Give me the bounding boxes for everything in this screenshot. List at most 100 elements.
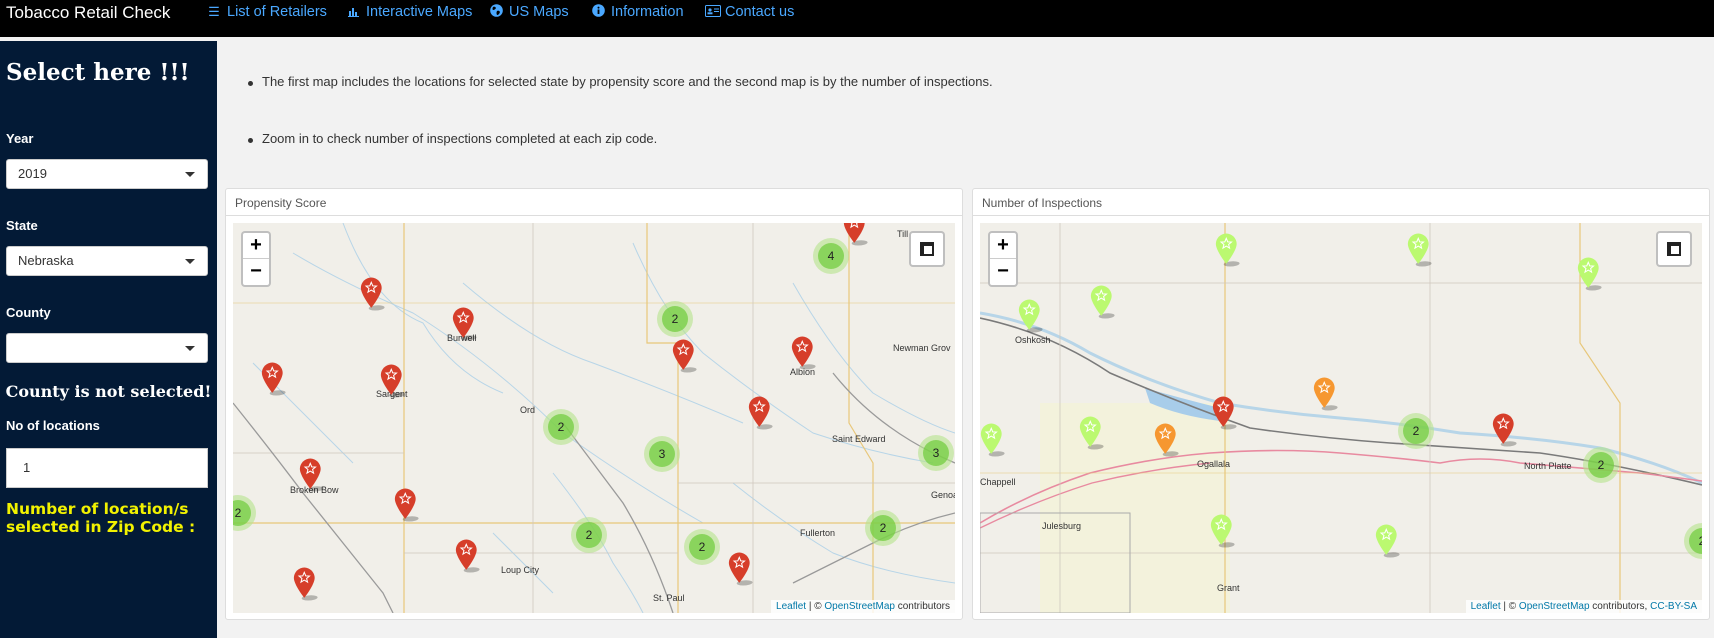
- top-navbar: Tobacco Retail Check ☰ List of Retailers…: [0, 0, 1714, 37]
- cluster-count: 2: [1689, 528, 1702, 554]
- attribution-suffix: contributors: [894, 601, 950, 612]
- year-label: Year: [6, 131, 34, 146]
- marker-cluster[interactable]: 2: [684, 529, 720, 565]
- map-marker-pin[interactable]: [299, 457, 325, 493]
- zoom-control: + −: [241, 231, 271, 287]
- leaflet-link[interactable]: Leaflet: [776, 601, 806, 612]
- map-marker-pin[interactable]: [1210, 513, 1236, 549]
- map-marker-pin[interactable]: [455, 538, 481, 574]
- nav-interactive-maps[interactable]: Interactive Maps: [346, 4, 472, 20]
- county-select[interactable]: [6, 333, 208, 363]
- bar-chart-icon: [346, 5, 360, 20]
- cluster-count: 2: [548, 414, 574, 440]
- cluster-count: 2: [576, 522, 602, 548]
- marker-cluster[interactable]: 2: [657, 301, 693, 337]
- osm-link[interactable]: OpenStreetMap: [824, 601, 895, 612]
- nav-label: Contact us: [725, 4, 795, 20]
- cluster-count: 4: [818, 243, 844, 269]
- town-label: Newman Grov: [893, 343, 951, 353]
- town-label: Julesburg: [1042, 521, 1082, 531]
- map-marker-pin[interactable]: [843, 223, 869, 247]
- map-marker-pin[interactable]: [1313, 376, 1339, 412]
- map-base-layer: [233, 223, 955, 613]
- state-value: Nebraska: [18, 253, 74, 268]
- nav-contact-us[interactable]: Contact us: [705, 4, 794, 20]
- map-marker-pin[interactable]: [1492, 412, 1518, 448]
- map-attribution: Leaflet | © OpenStreetMap contributors: [771, 600, 955, 613]
- locations-input[interactable]: 1: [6, 448, 208, 488]
- list-icon: ☰: [208, 4, 220, 19]
- cluster-count: 3: [923, 440, 949, 466]
- fullscreen-button[interactable]: [909, 231, 945, 267]
- map-marker-pin[interactable]: [748, 395, 774, 431]
- zoom-control: + −: [988, 231, 1018, 287]
- map-marker-pin[interactable]: [293, 566, 319, 602]
- marker-cluster[interactable]: 2: [865, 510, 901, 546]
- year-select[interactable]: 2019: [6, 159, 208, 189]
- attribution-separator: | ©: [1500, 601, 1519, 612]
- map-marker-pin[interactable]: [1407, 232, 1433, 268]
- map-marker-pin[interactable]: [980, 422, 1006, 458]
- propensity-map[interactable]: Burwell Sargent Broken Bow Ord Loup City…: [233, 223, 955, 613]
- nav-label: US Maps: [509, 4, 569, 20]
- osm-link[interactable]: OpenStreetMap: [1519, 601, 1590, 612]
- cluster-count: 2: [662, 306, 688, 332]
- map-marker-pin[interactable]: [1018, 298, 1044, 334]
- map-marker-pin[interactable]: [672, 338, 698, 374]
- fullscreen-icon: [1667, 242, 1681, 256]
- chevron-down-icon: [185, 346, 195, 351]
- map-marker-pin[interactable]: [1215, 232, 1241, 268]
- year-value: 2019: [18, 166, 47, 181]
- county-message: County is not selected!: [5, 382, 212, 401]
- town-label: Oshkosh: [1015, 335, 1051, 345]
- map-marker-pin[interactable]: [1375, 523, 1401, 559]
- town-label: North Platte: [1524, 461, 1572, 471]
- county-label: County: [6, 305, 51, 320]
- town-label: Till: [897, 229, 909, 239]
- nav-information[interactable]: Information: [591, 4, 684, 20]
- map-marker-pin[interactable]: [791, 335, 817, 371]
- sidebar: Select here !!! Year 2019 State Nebraska…: [0, 41, 217, 638]
- marker-cluster[interactable]: 2: [543, 409, 579, 445]
- attribution-suffix: contributors,: [1589, 601, 1651, 612]
- license-link[interactable]: CC-BY-SA: [1650, 601, 1697, 612]
- zoom-in-button[interactable]: +: [243, 233, 269, 259]
- town-label: Genoa: [931, 490, 955, 500]
- cluster-count: 2: [1588, 452, 1614, 478]
- zip-code-message: Number of location/s selected in Zip Cod…: [6, 500, 196, 536]
- zoom-out-button[interactable]: −: [243, 259, 269, 285]
- state-select[interactable]: Nebraska: [6, 246, 208, 276]
- town-label: Loup City: [501, 565, 540, 575]
- marker-cluster[interactable]: 2: [1398, 413, 1434, 449]
- map-marker-pin[interactable]: [728, 551, 754, 587]
- map-marker-pin[interactable]: [1154, 422, 1180, 458]
- map-marker-pin[interactable]: [1090, 284, 1116, 320]
- town-label: Ogallala: [1197, 459, 1231, 469]
- cluster-count: 2: [1403, 418, 1429, 444]
- nav-us-maps[interactable]: US Maps: [489, 4, 569, 20]
- zoom-out-button[interactable]: −: [990, 259, 1016, 285]
- nav-list-of-retailers[interactable]: ☰ List of Retailers: [207, 4, 327, 20]
- marker-cluster[interactable]: 2: [571, 517, 607, 553]
- app-brand[interactable]: Tobacco Retail Check: [6, 3, 170, 23]
- fullscreen-button[interactable]: [1656, 231, 1692, 267]
- locations-label: No of locations: [6, 418, 100, 433]
- state-label: State: [6, 218, 38, 233]
- inspections-panel: Number of Inspections Oshkosh Ogallala N…: [972, 188, 1710, 620]
- leaflet-link[interactable]: Leaflet: [1471, 601, 1501, 612]
- map-marker-pin[interactable]: [452, 306, 478, 342]
- zoom-in-button[interactable]: +: [990, 233, 1016, 259]
- cluster-count: 2: [233, 500, 251, 526]
- map-marker-pin[interactable]: [1577, 256, 1603, 292]
- map-marker-pin[interactable]: [261, 361, 287, 397]
- map-marker-pin[interactable]: [1079, 415, 1105, 451]
- inspections-map[interactable]: Oshkosh Ogallala North Platte Julesburg …: [980, 223, 1702, 613]
- marker-cluster[interactable]: 2: [1583, 447, 1619, 483]
- map-marker-pin[interactable]: [360, 276, 386, 312]
- map-marker-pin[interactable]: [394, 487, 420, 523]
- cluster-count: 2: [870, 515, 896, 541]
- map-marker-pin[interactable]: [380, 363, 406, 399]
- marker-cluster[interactable]: 3: [918, 435, 954, 471]
- map-marker-pin[interactable]: [1212, 395, 1238, 431]
- marker-cluster[interactable]: 3: [644, 436, 680, 472]
